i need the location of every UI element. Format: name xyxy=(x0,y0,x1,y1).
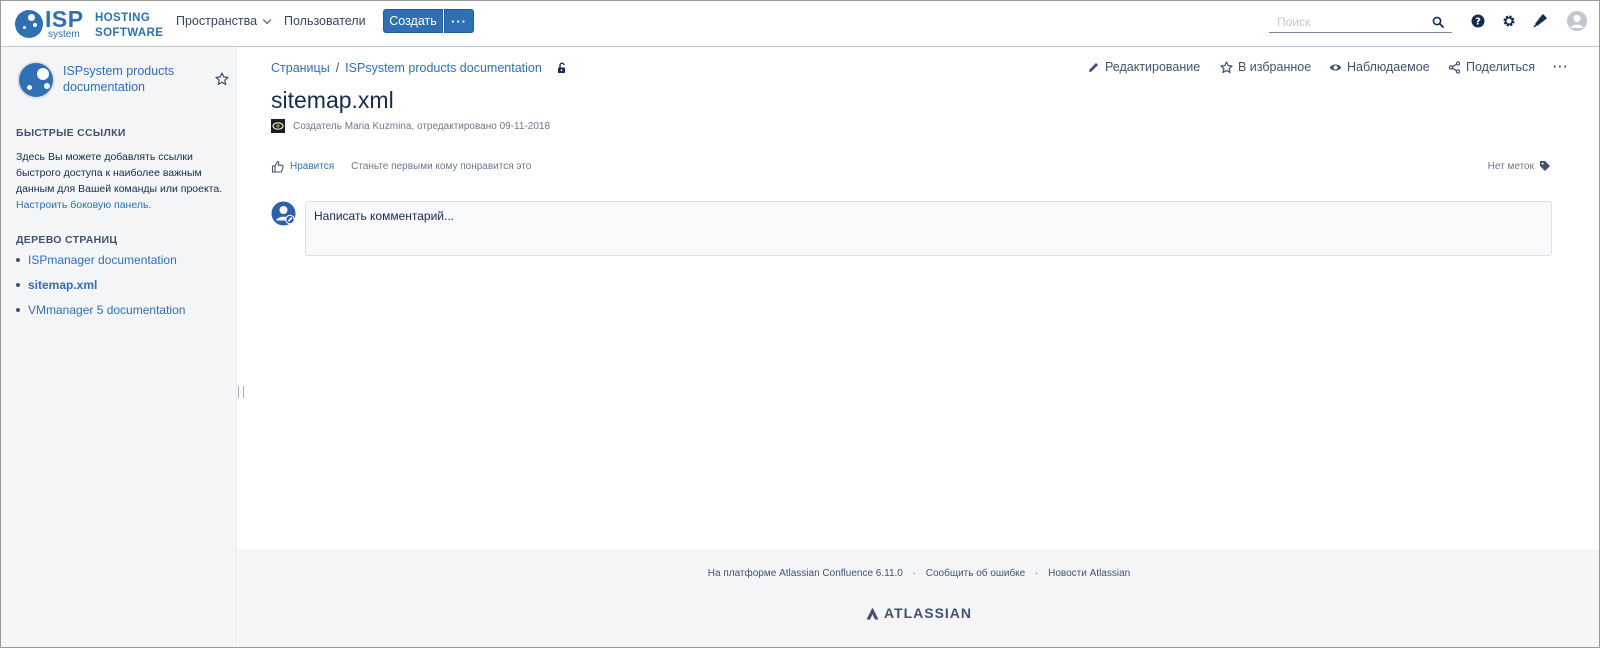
footer-separator: · xyxy=(912,568,916,579)
space-title-link[interactable]: ISPsystem products documentation xyxy=(63,63,203,95)
star-icon[interactable] xyxy=(215,72,229,86)
user-avatar-icon[interactable] xyxy=(1566,10,1588,32)
tag-icon[interactable] xyxy=(1539,160,1551,172)
search-field[interactable] xyxy=(1269,11,1452,33)
notifications-icon[interactable] xyxy=(1532,13,1548,29)
create-more-button[interactable]: ··· xyxy=(444,9,474,33)
like-hint: Станьте первыми кому понравится это xyxy=(351,161,532,172)
labels-section: Нет меток xyxy=(1488,160,1551,172)
confluence-window: ISP system HOSTING SOFTWARE Пространства… xyxy=(0,0,1600,648)
tree-item-vmmanager[interactable]: VMmanager 5 documentation xyxy=(16,302,185,327)
quick-links-heading: БЫСТРЫЕ ССЫЛКИ xyxy=(16,127,126,139)
unlock-icon[interactable] xyxy=(556,62,568,74)
edit-button[interactable]: Редактирование xyxy=(1087,60,1200,74)
star-icon xyxy=(1220,60,1233,73)
tree-item-sitemap[interactable]: sitemap.xml xyxy=(16,277,185,302)
sidebar-resize-handle[interactable] xyxy=(238,386,244,398)
favorite-button[interactable]: В избранное xyxy=(1220,60,1311,74)
commenter-avatar-icon xyxy=(271,201,296,226)
configure-sidebar-link[interactable]: Настроить боковую панель. xyxy=(16,199,151,211)
share-label: Поделиться xyxy=(1466,60,1536,74)
gear-icon[interactable] xyxy=(1501,13,1517,29)
atlassian-logo[interactable]: ATLASSIAN xyxy=(238,605,1599,621)
footer-report-link[interactable]: Сообщить об ошибке xyxy=(926,568,1025,579)
watch-button[interactable]: Наблюдаемое xyxy=(1329,60,1430,74)
atlassian-mark-icon xyxy=(866,607,879,619)
svg-text:?: ? xyxy=(1475,17,1481,28)
favorite-label: В избранное xyxy=(1238,60,1312,74)
breadcrumb-pages[interactable]: Страницы xyxy=(271,61,330,75)
thumbs-up-icon xyxy=(271,160,284,173)
isp-system-logo[interactable]: ISP system xyxy=(15,6,83,41)
breadcrumb-space[interactable]: ISPsystem products documentation xyxy=(345,61,542,75)
page-byline: Создатель Maria Kuzmina, отредактировано… xyxy=(271,119,550,133)
search-input[interactable] xyxy=(1277,14,1427,29)
space-logo-icon[interactable] xyxy=(17,61,55,99)
nav-spaces-label: Пространства xyxy=(176,14,258,28)
share-button[interactable]: Поделиться xyxy=(1448,60,1535,74)
like-button[interactable]: Нравится xyxy=(271,160,334,173)
like-label: Нравится xyxy=(290,161,335,172)
logo-system-text: system xyxy=(48,29,80,40)
footer-powered-link[interactable]: На платформе Atlassian Confluence 6.11.0 xyxy=(708,568,903,579)
no-labels-text: Нет меток xyxy=(1487,160,1534,172)
byline-text: Создатель Maria Kuzmina, отредактировано… xyxy=(293,120,551,132)
breadcrumb: Страницы / ISPsystem products documentat… xyxy=(271,61,568,75)
footer-links: На платформе Atlassian Confluence 6.11.0… xyxy=(238,568,1599,579)
more-actions-button[interactable]: ··· xyxy=(1553,60,1569,74)
brand-line-2: SOFTWARE xyxy=(95,27,164,39)
edit-label: Редактирование xyxy=(1105,60,1201,74)
author-avatar-icon[interactable] xyxy=(271,119,285,133)
page-tree: ISPmanager documentation sitemap.xml VMm… xyxy=(16,252,185,327)
quick-links-text: Здесь Вы можете добавлять ссылки быстрог… xyxy=(16,151,223,195)
page-tree-heading: ДЕРЕВО СТРАНИЦ xyxy=(16,234,118,246)
brand-name[interactable]: HOSTING SOFTWARE xyxy=(95,11,163,41)
isp-logo-mark xyxy=(15,10,43,38)
atlassian-logo-text: ATLASSIAN xyxy=(883,605,973,621)
top-navigation-bar: ISP system HOSTING SOFTWARE Пространства… xyxy=(1,1,1599,47)
pencil-icon xyxy=(1089,62,1098,72)
footer-news-link[interactable]: Новости Atlassian xyxy=(1048,568,1130,579)
breadcrumb-separator: / xyxy=(335,61,340,75)
share-icon xyxy=(1448,60,1461,74)
space-sidebar: ISPsystem products documentation БЫСТРЫЕ… xyxy=(1,47,237,647)
nav-spaces-menu[interactable]: Пространства xyxy=(176,14,272,28)
page-title: sitemap.xml xyxy=(271,87,394,113)
comment-input[interactable]: Написать комментарий... xyxy=(305,201,1552,256)
nav-users-link[interactable]: Пользователи xyxy=(284,14,366,28)
eye-icon xyxy=(1329,64,1342,70)
help-icon[interactable]: ? xyxy=(1470,13,1486,29)
footer-separator: · xyxy=(1035,568,1039,579)
brand-line-1: HOSTING xyxy=(95,12,151,24)
quick-links-description: Здесь Вы можете добавлять ссылки быстрог… xyxy=(16,149,226,213)
page-footer: На платформе Atlassian Confluence 6.11.0… xyxy=(238,549,1599,647)
search-icon[interactable] xyxy=(1432,16,1444,28)
tree-item-ispmanager[interactable]: ISPmanager documentation xyxy=(16,252,185,277)
chevron-down-icon xyxy=(262,15,272,25)
create-button[interactable]: Создать xyxy=(383,9,443,33)
likes-section: Нравится Станьте первыми кому понравится… xyxy=(271,160,531,173)
watch-label: Наблюдаемое xyxy=(1347,60,1430,74)
